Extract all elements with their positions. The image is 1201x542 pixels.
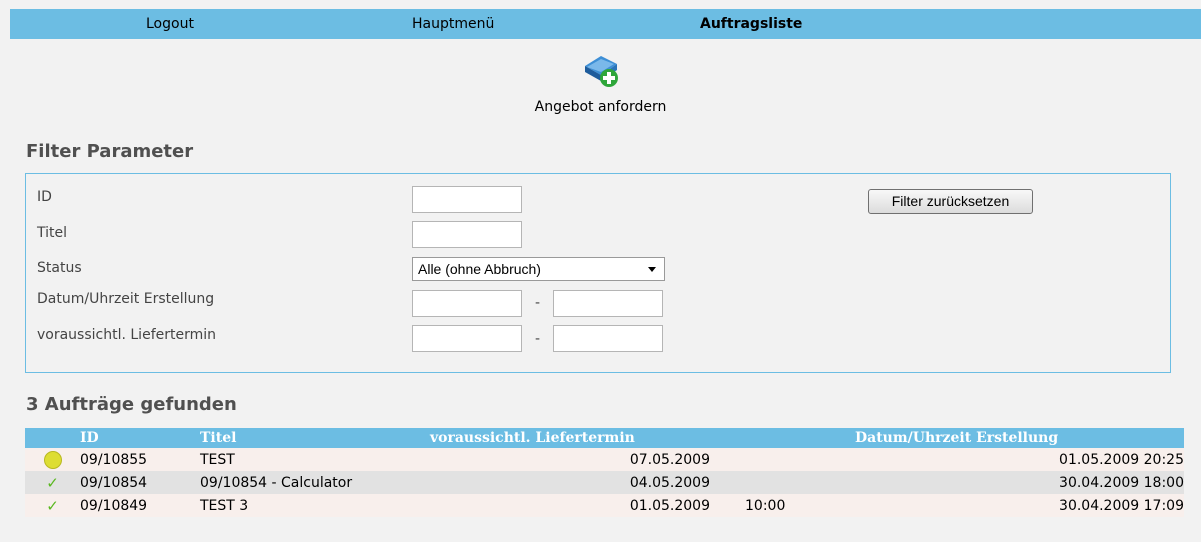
column-header-title[interactable]: Titel [200, 428, 430, 448]
created-datetime: 01.05.2009 20:25 [855, 448, 1184, 471]
filter-created-from-input[interactable] [412, 290, 522, 317]
top-navigation-bar: Logout Hauptmenü Auftragsliste [10, 9, 1201, 39]
delivery-date: 07.05.2009 [430, 448, 710, 471]
table-header-row: ID Titel voraussichtl. Liefertermin Datu… [25, 428, 1184, 448]
request-offer-label[interactable]: Angebot anfordern [0, 99, 1201, 115]
order-title[interactable]: 09/10854 - Calculator [200, 471, 430, 494]
order-title[interactable]: TEST [200, 448, 430, 471]
nav-logout-link[interactable]: Logout [146, 16, 194, 32]
nav-main-menu-link[interactable]: Hauptmenü [412, 16, 494, 32]
table-row[interactable]: 09/10855 TEST 07.05.2009 01.05.2009 20:2… [25, 448, 1184, 471]
column-header-delivery[interactable]: voraussichtl. Liefertermin [430, 428, 710, 448]
created-datetime: 30.04.2009 17:09 [855, 494, 1184, 517]
check-icon: ✓ [46, 473, 59, 492]
status-cell [25, 448, 80, 471]
column-header-spacer [710, 428, 855, 448]
delivery-date: 04.05.2009 [430, 471, 710, 494]
order-title[interactable]: TEST 3 [200, 494, 430, 517]
filter-heading: Filter Parameter [26, 141, 194, 162]
filter-title-input[interactable] [412, 221, 522, 248]
table-row[interactable]: ✓ 09/10854 09/10854 - Calculator 04.05.2… [25, 471, 1184, 494]
book-add-icon[interactable] [581, 48, 621, 90]
filter-delivery-from-input[interactable] [412, 325, 522, 352]
filter-title-label: Titel [37, 225, 68, 241]
yellow-dot-icon [43, 450, 62, 469]
delivery-time [710, 448, 855, 471]
column-header-id[interactable]: ID [80, 428, 200, 448]
delivery-time [710, 471, 855, 494]
delivery-time: 10:00 [710, 494, 855, 517]
check-icon: ✓ [46, 496, 59, 515]
filter-delivery-label: voraussichtl. Liefertermin [37, 327, 216, 343]
status-cell: ✓ [25, 494, 80, 517]
results-count-heading: 3 Aufträge gefunden [26, 394, 237, 415]
range-separator: - [535, 331, 541, 347]
orders-table: ID Titel voraussichtl. Liefertermin Datu… [25, 428, 1184, 517]
status-cell: ✓ [25, 471, 80, 494]
filter-delivery-to-input[interactable] [553, 325, 663, 352]
filter-id-input[interactable] [412, 186, 522, 213]
order-id[interactable]: 09/10854 [80, 471, 200, 494]
filter-status-label: Status [37, 260, 82, 276]
filter-panel: ID Titel Status Alle (ohne Abbruch) Datu… [25, 173, 1171, 373]
filter-created-to-input[interactable] [553, 290, 663, 317]
filter-status-value: Alle (ohne Abbruch) [418, 261, 541, 277]
table-row[interactable]: ✓ 09/10849 TEST 3 01.05.2009 10:00 30.04… [25, 494, 1184, 517]
nav-order-list-current: Auftragsliste [700, 16, 803, 32]
filter-status-select[interactable]: Alle (ohne Abbruch) [412, 257, 665, 281]
column-header-created[interactable]: Datum/Uhrzeit Erstellung [855, 428, 1184, 448]
range-separator: - [535, 295, 541, 311]
reset-filter-button[interactable]: Filter zurücksetzen [868, 189, 1033, 214]
dropdown-arrow-icon [648, 267, 656, 272]
delivery-date: 01.05.2009 [430, 494, 710, 517]
filter-created-label: Datum/Uhrzeit Erstellung [37, 291, 215, 307]
created-datetime: 30.04.2009 18:00 [855, 471, 1184, 494]
order-id[interactable]: 09/10855 [80, 448, 200, 471]
filter-id-label: ID [37, 189, 52, 205]
request-offer-action [0, 48, 1201, 94]
order-id[interactable]: 09/10849 [80, 494, 200, 517]
column-header-status [25, 428, 80, 448]
